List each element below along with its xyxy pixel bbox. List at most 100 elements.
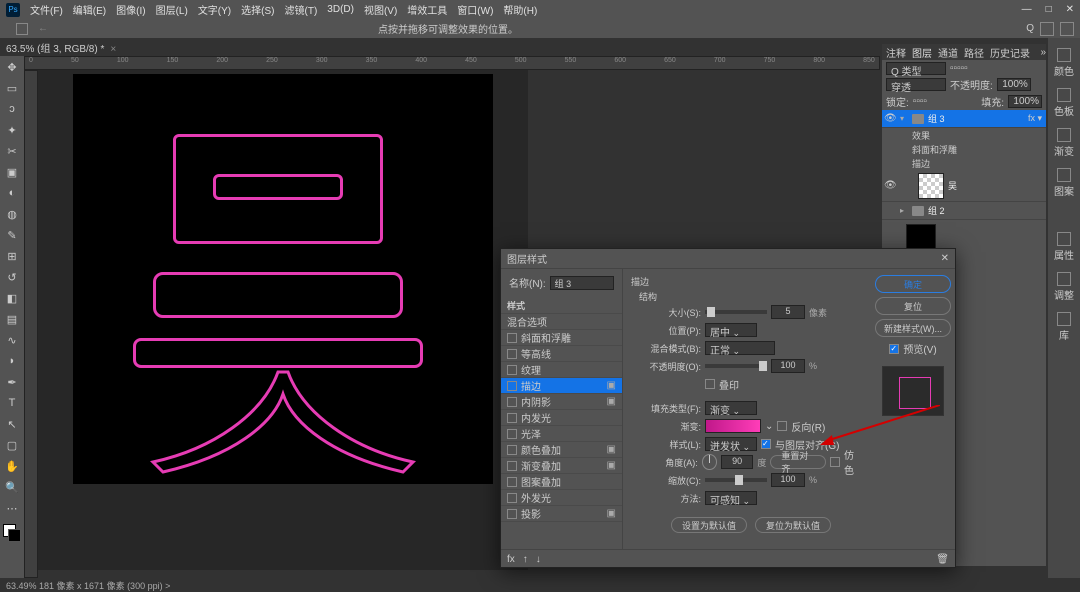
color-swatch[interactable]	[3, 524, 21, 542]
scale-slider[interactable]	[705, 478, 767, 482]
layer-group-2[interactable]: ▸ 组 2	[882, 202, 1046, 220]
menu-3d[interactable]: 3D(D)	[327, 4, 354, 15]
reverse-checkbox[interactable]	[777, 421, 787, 431]
tab-channels[interactable]: 通道	[938, 45, 958, 60]
angle-dial[interactable]	[702, 454, 717, 470]
heal-tool[interactable]: ◍	[3, 205, 21, 223]
new-style-button[interactable]: 新建样式(W)...	[875, 319, 951, 337]
eyedropper-tool[interactable]: ◐	[3, 184, 21, 202]
dialog-close-icon[interactable]: ✕	[941, 253, 949, 264]
tab-layers[interactable]: 图层	[912, 45, 932, 60]
type-tool[interactable]: T	[3, 394, 21, 412]
style-gradient-overlay[interactable]: 渐变叠加▣	[501, 458, 622, 474]
hand-tool[interactable]: ✋	[3, 457, 21, 475]
path-tool[interactable]: ↖	[3, 415, 21, 433]
style-contour[interactable]: 等高线	[501, 346, 622, 362]
reset-default-button[interactable]: 复位为默认值	[755, 517, 831, 533]
zoom-tool[interactable]: 🔍	[3, 478, 21, 496]
tab-history[interactable]: 历史记录	[990, 45, 1030, 60]
gradient-tool[interactable]: ▤	[3, 310, 21, 328]
frame-tool[interactable]: ▣	[3, 163, 21, 181]
stamp-tool[interactable]: ⊞	[3, 247, 21, 265]
visibility-icon[interactable]: 👁	[884, 180, 896, 191]
wand-tool[interactable]: ✦	[3, 121, 21, 139]
window-maximize-icon[interactable]: □	[1046, 4, 1052, 15]
canvas-area[interactable]	[38, 70, 528, 570]
layer-group-3[interactable]: 👁 ▾ 组 3 fx ▾	[882, 110, 1046, 128]
dodge-tool[interactable]: ◗	[3, 352, 21, 370]
move-tool[interactable]: ✥	[3, 58, 21, 76]
size-field[interactable]: 5	[771, 305, 805, 319]
layer-wu[interactable]: 👁 吴	[882, 170, 1046, 202]
fx-icon[interactable]: fx	[507, 554, 515, 565]
name-input[interactable]: 组 3	[550, 276, 614, 290]
style-bevel[interactable]: 斜面和浮雕	[501, 330, 622, 346]
blur-tool[interactable]: ∿	[3, 331, 21, 349]
method-select[interactable]: 可感知 ⌄	[705, 491, 757, 505]
rpanel-patterns[interactable]: 图案	[1052, 168, 1076, 198]
menu-edit[interactable]: 编辑(E)	[73, 2, 106, 17]
layer-effect-stroke[interactable]: 描边	[882, 156, 1046, 170]
filltype-select[interactable]: 渐变 ⌄	[705, 401, 757, 415]
dither-checkbox[interactable]	[830, 457, 840, 467]
style-texture[interactable]: 纹理	[501, 362, 622, 378]
menu-window[interactable]: 窗口(W)	[457, 2, 493, 17]
document-tab[interactable]: 63.5% (组 3, RGB/8) *×	[6, 40, 116, 55]
menu-select[interactable]: 选择(S)	[241, 2, 274, 17]
blendmode-select[interactable]: 正常 ⌄	[705, 341, 775, 355]
search-icon[interactable]: Q	[1026, 23, 1034, 34]
ok-button[interactable]: 确定	[875, 275, 951, 293]
menu-file[interactable]: 文件(F)	[30, 2, 63, 17]
rpanel-swatches[interactable]: 色板	[1052, 88, 1076, 118]
edit-toolbar[interactable]: ⋯	[3, 499, 21, 517]
workspace-icon[interactable]	[1060, 22, 1074, 36]
opacity-field[interactable]: 100%	[997, 78, 1031, 91]
menu-filter[interactable]: 滤镜(T)	[285, 2, 318, 17]
menu-image[interactable]: 图像(I)	[116, 2, 145, 17]
rpanel-properties[interactable]: 属性	[1052, 232, 1076, 262]
share-icon[interactable]	[1040, 22, 1054, 36]
trash-icon[interactable]: 🗑	[936, 554, 949, 565]
arrow-up-icon[interactable]: ↑	[523, 554, 528, 565]
lasso-tool[interactable]: ɔ	[3, 100, 21, 118]
opacity-slider[interactable]	[705, 364, 767, 368]
fill-field[interactable]: 100%	[1008, 95, 1042, 108]
style-color-overlay[interactable]: 颜色叠加▣	[501, 442, 622, 458]
angle-field[interactable]: 90	[721, 455, 753, 469]
menu-help[interactable]: 帮助(H)	[503, 2, 537, 17]
style-outer-glow[interactable]: 外发光	[501, 490, 622, 506]
tab-notes[interactable]: 注释	[886, 45, 906, 60]
arrow-down-icon[interactable]: ↓	[536, 554, 541, 565]
preview-checkbox[interactable]	[889, 344, 899, 354]
menu-layer[interactable]: 图层(L)	[156, 2, 188, 17]
make-default-button[interactable]: 设置为默认值	[671, 517, 747, 533]
home-icon[interactable]	[16, 23, 28, 35]
layer-effects[interactable]: 效果	[882, 128, 1046, 142]
style-stroke[interactable]: 描边▣	[501, 378, 622, 394]
align-checkbox[interactable]	[761, 439, 771, 449]
reset-align-button[interactable]: 重置对齐	[770, 455, 826, 469]
layer-kind-filter[interactable]: Q 类型	[886, 62, 946, 75]
blend-mode-select[interactable]: 穿透	[886, 78, 946, 91]
eraser-tool[interactable]: ◧	[3, 289, 21, 307]
gradstyle-select[interactable]: 迸发状 ⌄	[705, 437, 757, 451]
style-inner-glow[interactable]: 内发光	[501, 410, 622, 426]
brush-tool[interactable]: ✎	[3, 226, 21, 244]
pen-tool[interactable]: ✒	[3, 373, 21, 391]
window-minimize-icon[interactable]: —	[1022, 4, 1032, 15]
tab-paths[interactable]: 路径	[964, 45, 984, 60]
crop-tool[interactable]: ✂	[3, 142, 21, 160]
style-inner-shadow[interactable]: 内阴影▣	[501, 394, 622, 410]
rpanel-libraries[interactable]: 库	[1052, 312, 1076, 342]
history-brush-tool[interactable]: ↺	[3, 268, 21, 286]
menu-type[interactable]: 文字(Y)	[198, 2, 231, 17]
scale-field[interactable]: 100	[771, 473, 805, 487]
style-satin[interactable]: 光泽	[501, 426, 622, 442]
cancel-button[interactable]: 复位	[875, 297, 951, 315]
marquee-tool[interactable]: ▭	[3, 79, 21, 97]
visibility-icon[interactable]: 👁	[884, 113, 896, 124]
overprint-checkbox[interactable]	[705, 379, 715, 389]
rpanel-gradients[interactable]: 渐变	[1052, 128, 1076, 158]
window-close-icon[interactable]: ✕	[1066, 4, 1074, 15]
shape-tool[interactable]: ▢	[3, 436, 21, 454]
